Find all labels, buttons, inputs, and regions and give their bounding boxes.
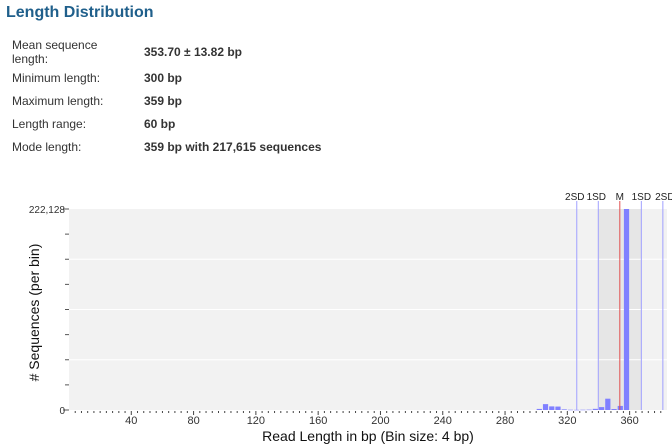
histogram-bar	[598, 407, 605, 410]
histogram-bar	[580, 409, 586, 411]
histogram-bar	[567, 409, 574, 411]
histogram-bar	[542, 404, 549, 410]
x-tick-label: 200	[371, 415, 389, 427]
histogram-bar	[561, 409, 567, 410]
y-tick-label: 0	[59, 406, 65, 417]
histogram-bar	[623, 209, 630, 410]
histogram-bar	[549, 406, 555, 410]
histogram-bar	[555, 406, 561, 410]
length-histogram-chart: 2SD 1SD M 1SD 2SD40 80 120 160 200 240 280 320 36002…	[26, 192, 672, 444]
y-tick-label: 222,128	[29, 205, 66, 216]
x-tick-label: 120	[247, 415, 265, 427]
marker-label: M	[616, 192, 624, 203]
x-tick-label: 40	[125, 415, 137, 427]
marker-label: 2SD	[655, 192, 672, 203]
marker-label: 1SD	[632, 192, 651, 203]
x-axis-title: Read Length in bp (Bin size: 4 bp)	[262, 428, 474, 444]
x-tick-label: 320	[558, 415, 576, 427]
histogram-bar	[605, 398, 611, 410]
x-tick-label: 80	[187, 415, 199, 427]
x-tick-label: 160	[309, 415, 327, 427]
histogram-bar	[592, 408, 598, 410]
histogram-bar	[586, 409, 592, 411]
x-tick-label: 280	[496, 415, 514, 427]
marker-label: 1SD	[587, 192, 606, 203]
histogram-bar	[536, 408, 542, 410]
y-axis-title: # Sequences (per bin)	[26, 244, 42, 382]
x-tick-label: 240	[434, 415, 452, 427]
marker-label: 2SD	[565, 192, 584, 203]
x-tick-label: 360	[620, 415, 638, 427]
histogram-bar	[611, 409, 617, 410]
